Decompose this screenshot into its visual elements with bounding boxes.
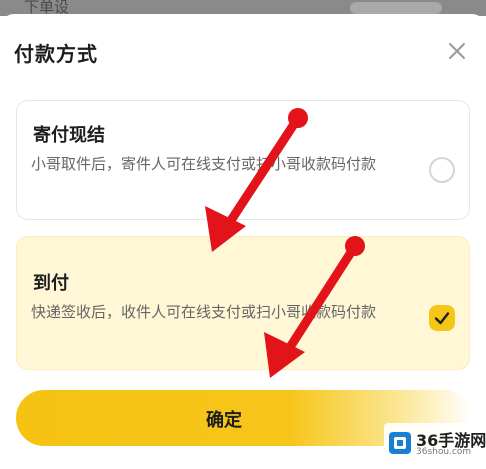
- option-card-cash-on-delivery[interactable]: 到付 快递签收后，收件人可在线支付或扫小哥收款码付款: [16, 236, 470, 370]
- confirm-button-label: 确定: [206, 410, 242, 431]
- option-card-sender-pays[interactable]: 寄付现结 小哥取件后，寄件人可在线支付或扫小哥收款码付款: [16, 100, 470, 220]
- option-description: 快递签收后，收件人可在线支付或扫小哥收款码付款: [31, 303, 377, 321]
- watermark: 36手游网 36shou.com: [384, 423, 486, 463]
- background-page-pill: [350, 2, 442, 14]
- radio-unchecked-icon[interactable]: [429, 157, 455, 183]
- option-description: 小哥取件后，寄件人可在线支付或扫小哥收款码付款: [31, 155, 377, 173]
- option-title: 寄付现结: [33, 125, 105, 146]
- checkmark-icon: [434, 312, 450, 325]
- watermark-url: 36shou.com: [416, 447, 472, 457]
- watermark-logo-icon: [389, 432, 411, 454]
- screen: 下单设 付款方式 寄付现结 小哥取件后，寄件人可在线支付或扫小哥收款码付款 到付…: [0, 0, 486, 469]
- close-icon: [449, 43, 465, 59]
- radio-checked-icon[interactable]: [429, 305, 455, 331]
- sheet-title: 付款方式: [14, 42, 98, 66]
- option-title: 到付: [33, 273, 69, 294]
- close-button[interactable]: [446, 40, 468, 62]
- payment-method-sheet: 付款方式 寄付现结 小哥取件后，寄件人可在线支付或扫小哥收款码付款 到付 快递签…: [0, 14, 486, 469]
